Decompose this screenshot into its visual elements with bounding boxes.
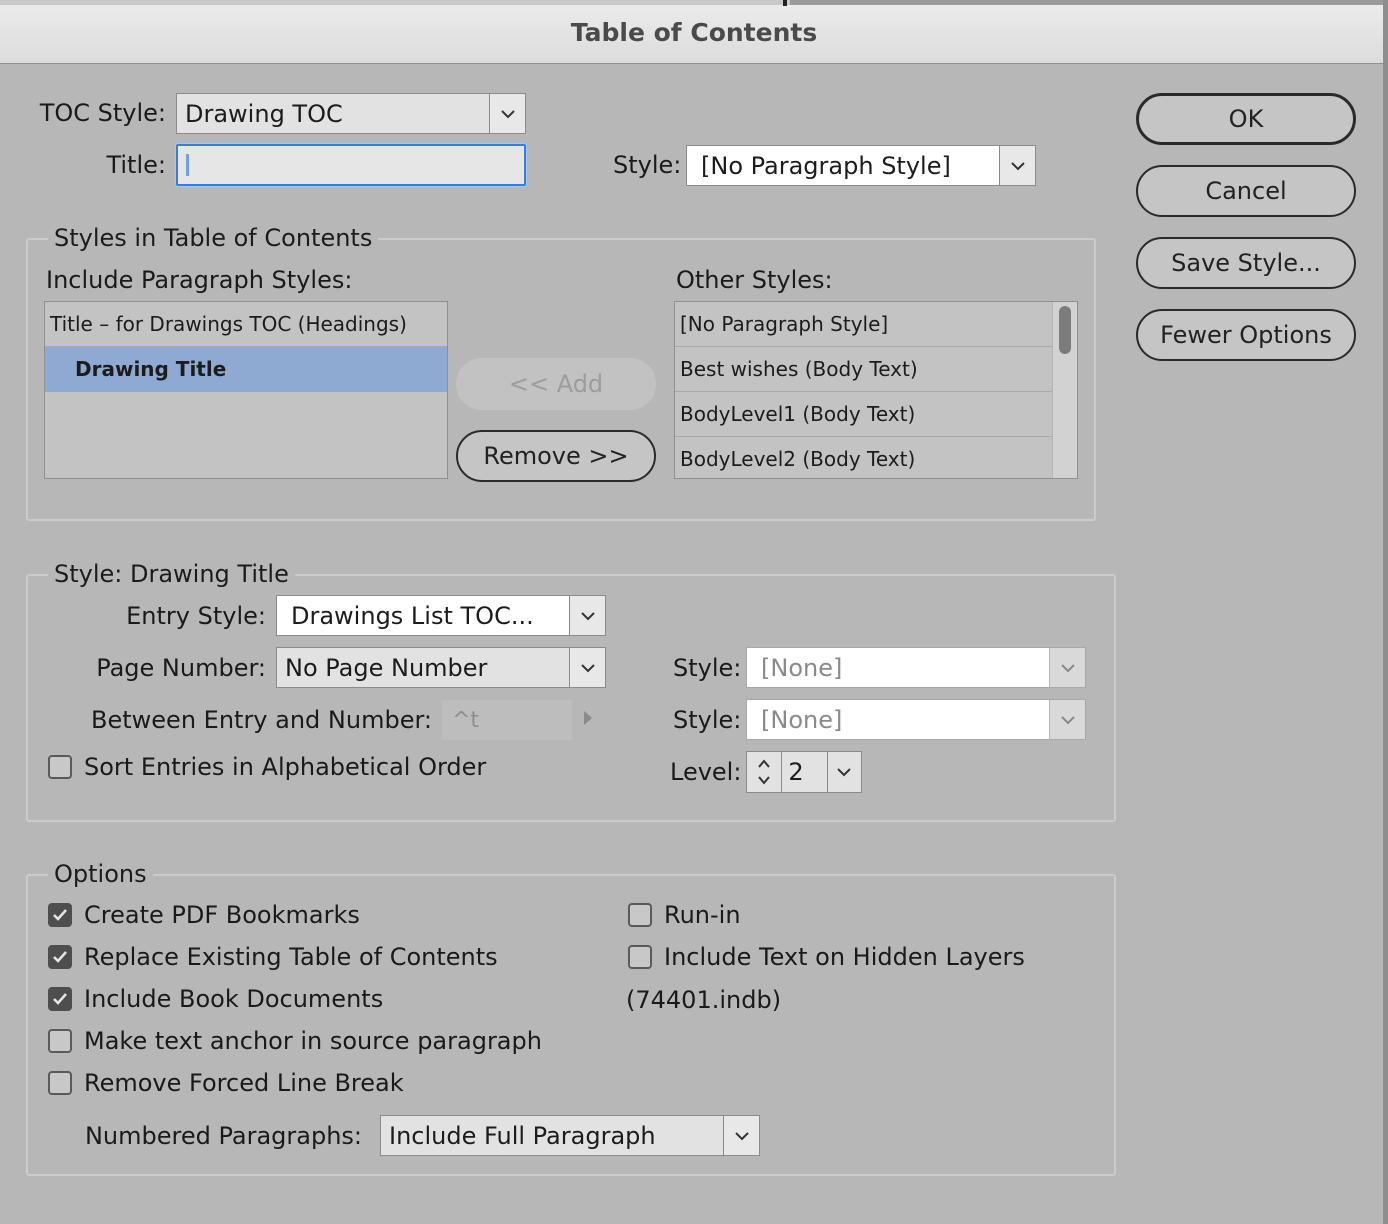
add-button[interactable]: << Add [456,358,656,410]
text-caret [186,154,189,176]
level-label: Level: [670,758,742,786]
top-edge [0,0,790,5]
other-styles-label: Other Styles: [676,266,833,294]
title-style-value: [No Paragraph Style] [701,151,951,180]
top-edge-right [790,0,1388,5]
include-hidden-checkbox[interactable] [628,945,652,969]
stepper-arrows-icon[interactable] [747,752,783,792]
page-number-dropdown[interactable]: No Page Number [276,647,606,688]
include-styles-label: Include Paragraph Styles: [46,266,353,294]
list-item[interactable]: Best wishes (Body Text) [675,347,1053,392]
page-number-value: No Page Number [285,653,488,682]
entry-style-value: Drawings List TOC... [291,601,534,630]
run-in-label: Run-in [664,901,741,929]
between-style-value: [None] [761,705,843,734]
scrollbar[interactable] [1052,302,1077,478]
checkmark-icon [53,909,67,921]
between-entry-label: Between Entry and Number: [91,706,432,734]
create-pdf-bookmarks-label: Create PDF Bookmarks [84,901,360,929]
checkmark-icon [53,951,67,963]
styles-in-toc-legend: Styles in Table of Contents [48,224,379,252]
chevron-down-icon [489,94,525,133]
remove-forced-checkbox[interactable] [48,1071,72,1095]
toc-style-dropdown[interactable]: Drawing TOC [176,93,526,134]
toc-style-value: Drawing TOC [185,99,343,128]
top-marker [783,0,787,6]
run-in-checkbox[interactable] [628,903,652,927]
checkmark-icon [53,993,67,1005]
title-style-dropdown[interactable]: [No Paragraph Style] [686,145,1036,186]
page-number-style-label: Style: [673,654,742,682]
create-pdf-bookmarks-checkbox[interactable] [48,903,72,927]
level-value[interactable]: 2 [782,758,826,786]
scrollbar-thumb[interactable] [1059,306,1071,354]
chevron-down-icon [569,648,605,687]
style-drawing-title-legend: Style: Drawing Title [48,560,295,588]
entry-style-dropdown[interactable]: Drawings List TOC... [276,595,606,636]
right-edge [1383,0,1388,1224]
book-file-name: (74401.indb) [626,986,782,1014]
page-number-style-value: [None] [761,653,843,682]
level-stepper[interactable]: 2 [746,751,862,793]
window-title: Table of Contents [570,18,818,47]
between-style-label: Style: [673,706,742,734]
toc-style-label: TOC Style: [39,99,166,127]
title-style-label: Style: [613,151,682,179]
numbered-paragraphs-dropdown[interactable]: Include Full Paragraph [380,1115,760,1156]
title-input[interactable] [176,144,526,186]
list-item[interactable]: Title – for Drawings TOC (Headings) [45,302,447,347]
list-item[interactable]: [No Paragraph Style] [675,302,1053,347]
chevron-down-icon [569,596,605,635]
sort-alphabetical-checkbox[interactable] [48,755,72,779]
list-item[interactable]: BodyLevel1 (Body Text) [675,392,1053,437]
replace-existing-label: Replace Existing Table of Contents [84,943,498,971]
chevron-down-icon [723,1116,759,1155]
page-number-label: Page Number: [96,654,266,682]
triangle-right-icon[interactable] [582,710,594,726]
between-style-dropdown[interactable]: [None] [746,699,1086,740]
include-hidden-label: Include Text on Hidden Layers [664,943,1025,971]
other-styles-list[interactable]: [No Paragraph Style] Best wishes (Body T… [674,301,1078,479]
numbered-paragraphs-label: Numbered Paragraphs: [84,1122,362,1150]
include-book-label: Include Book Documents [84,985,384,1013]
list-item[interactable]: BodyLevel2 (Body Text) [675,437,1053,478]
remove-forced-label: Remove Forced Line Break [84,1069,404,1097]
list-item-selected[interactable]: Drawing Title [45,347,447,392]
chevron-down-icon[interactable] [826,752,861,792]
include-book-checkbox[interactable] [48,987,72,1011]
save-style-button[interactable]: Save Style... [1136,237,1356,289]
make-anchor-label: Make text anchor in source paragraph [84,1027,542,1055]
numbered-paragraphs-value: Include Full Paragraph [389,1121,656,1150]
between-entry-field[interactable]: ^t [442,700,572,740]
chevron-down-icon [1049,648,1085,687]
include-styles-list[interactable]: Title – for Drawings TOC (Headings) Draw… [44,301,448,479]
fewer-options-button[interactable]: Fewer Options [1136,309,1356,361]
between-entry-value: ^t [452,708,480,733]
replace-existing-checkbox[interactable] [48,945,72,969]
title-label: Title: [106,151,166,179]
ok-button[interactable]: OK [1136,93,1356,145]
remove-button[interactable]: Remove >> [456,430,656,482]
entry-style-label: Entry Style: [126,602,266,630]
chevron-down-icon [999,146,1035,185]
options-legend: Options [48,860,153,888]
chevron-down-icon [1049,700,1085,739]
make-anchor-checkbox[interactable] [48,1029,72,1053]
page-number-style-dropdown[interactable]: [None] [746,647,1086,688]
cancel-button[interactable]: Cancel [1136,165,1356,217]
sort-alphabetical-label: Sort Entries in Alphabetical Order [84,753,487,781]
title-bar: Table of Contents [0,0,1388,64]
